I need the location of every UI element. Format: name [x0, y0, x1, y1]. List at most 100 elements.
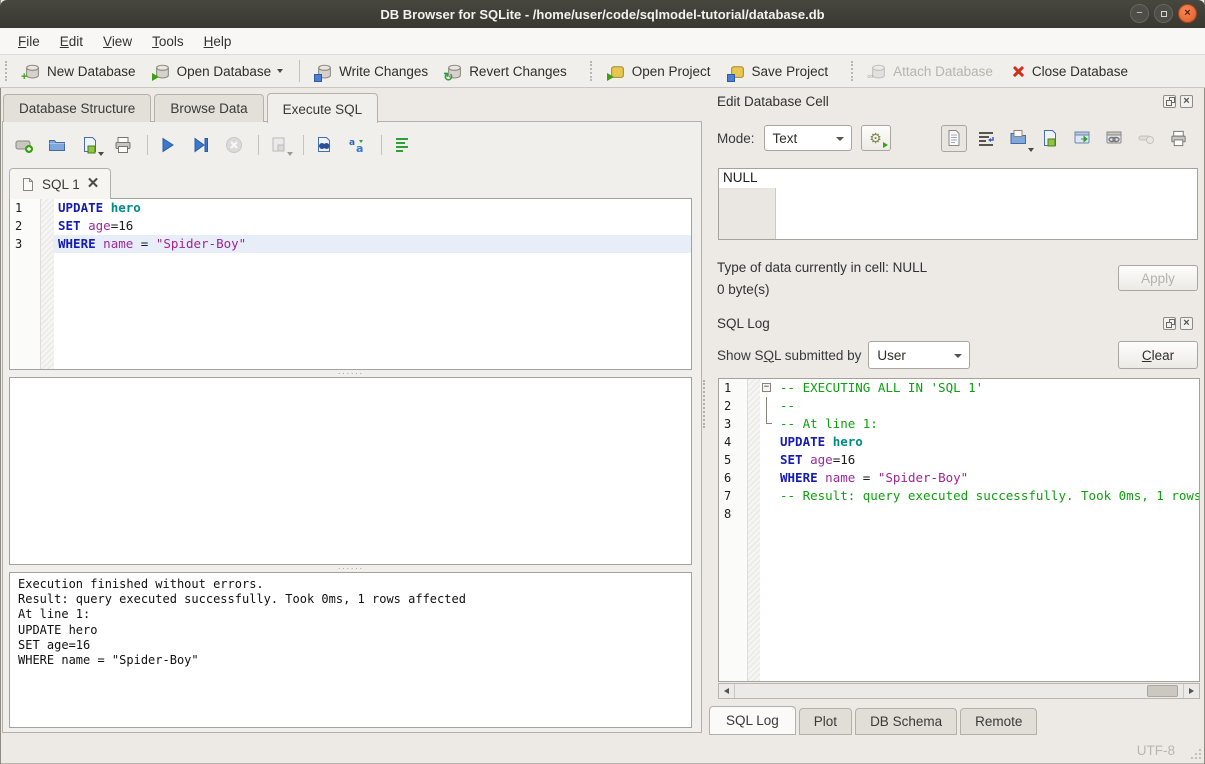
open-database-menu-caret[interactable]	[277, 69, 283, 73]
code-line: 1−-- EXECUTING ALL IN 'SQL 1'	[719, 379, 1199, 397]
close-dock-icon[interactable]	[1180, 317, 1193, 330]
chevron-down-icon	[954, 354, 962, 358]
log-horizontal-scrollbar[interactable]	[718, 683, 1200, 699]
scroll-right-button[interactable]	[1183, 684, 1199, 698]
revert-changes-button[interactable]: ↻ Revert Changes	[437, 60, 576, 83]
open-external-icon[interactable]	[1069, 125, 1095, 152]
app-window: DB Browser for SQLite - /home/user/code/…	[0, 0, 1205, 764]
scrollbar-thumb[interactable]	[1147, 685, 1178, 697]
code-line: 8	[719, 505, 1199, 523]
results-message-splitter[interactable]	[9, 565, 692, 572]
import-file-icon[interactable]	[1005, 125, 1031, 152]
menu-tools[interactable]: Tools	[142, 30, 194, 53]
word-wrap-icon[interactable]	[973, 125, 999, 152]
new-database-icon: +	[24, 63, 41, 80]
float-dock-icon[interactable]	[1163, 317, 1176, 330]
execute-current-line-icon[interactable]	[190, 134, 212, 156]
auto-switch-mode-button[interactable]: ⚙	[861, 125, 891, 151]
sql-log-title: SQL Log	[717, 316, 770, 331]
close-sql-tab-icon[interactable]: ✕	[87, 177, 100, 191]
save-project-button[interactable]: Save Project	[720, 60, 838, 83]
tab-execute-sql[interactable]: Execute SQL	[267, 93, 379, 123]
tab-remote[interactable]: Remote	[960, 708, 1037, 735]
execution-message-pane[interactable]: Execution finished without errors.Result…	[9, 572, 692, 728]
tab-database-structure[interactable]: Database Structure	[3, 94, 151, 122]
message-line: At line 1:	[18, 607, 683, 622]
toolbar-drag-handle[interactable]	[851, 61, 855, 81]
close-database-icon	[1011, 64, 1026, 79]
tab-plot[interactable]: Plot	[799, 708, 852, 735]
toolbar-drag-handle[interactable]	[5, 61, 9, 81]
close-database-button[interactable]: Close Database	[1002, 61, 1137, 82]
clear-log-button[interactable]: Clear	[1118, 341, 1198, 369]
chevron-down-icon	[836, 137, 844, 141]
maximize-button[interactable]	[1154, 4, 1173, 23]
main-toolbar: + New Database Open Database Write Chang…	[0, 55, 1205, 88]
set-null-icon	[1133, 125, 1159, 152]
float-dock-icon[interactable]	[1163, 95, 1176, 108]
gear-arrow-icon	[883, 142, 888, 148]
apply-button: Apply	[1118, 265, 1198, 291]
encoding-indicator: UTF-8	[1137, 743, 1175, 758]
open-project-button[interactable]: Open Project	[600, 60, 720, 83]
minimize-button[interactable]: −	[1130, 4, 1149, 23]
window-title: DB Browser for SQLite - /home/user/code/…	[380, 7, 824, 22]
editor-results-splitter[interactable]	[9, 370, 692, 377]
edit-cell-dock-header: Edit Database Cell	[717, 94, 1193, 114]
sql-log-view[interactable]: 1−-- EXECUTING ALL IN 'SQL 1'2--3-- At l…	[718, 378, 1200, 682]
cell-size-info: 0 byte(s)	[717, 282, 770, 297]
save-sql-file-icon[interactable]	[79, 134, 101, 156]
sql-editor-toolbar: aa	[13, 131, 424, 159]
code-line: 2SET age=16	[10, 217, 691, 235]
document-icon	[21, 177, 35, 192]
link-icon[interactable]	[1101, 125, 1127, 152]
close-dock-icon[interactable]	[1180, 95, 1193, 108]
menu-view[interactable]: View	[93, 30, 142, 53]
write-changes-button[interactable]: Write Changes	[307, 60, 437, 83]
menu-bar: File Edit View Tools Help	[0, 28, 1205, 55]
close-icon: ×	[1179, 5, 1196, 22]
pane-splitter[interactable]	[700, 88, 709, 735]
menu-file[interactable]: File	[8, 30, 50, 53]
cell-value-editor[interactable]: NULL	[718, 168, 1198, 240]
code-line: 5SET age=16	[719, 451, 1199, 469]
resize-grip[interactable]	[1189, 747, 1201, 759]
new-sql-tab-icon[interactable]	[13, 134, 35, 156]
find-icon[interactable]	[313, 134, 335, 156]
mode-select[interactable]: Text	[764, 125, 852, 151]
tab-browse-data[interactable]: Browse Data	[154, 94, 263, 122]
tab-db-schema[interactable]: DB Schema	[855, 708, 957, 735]
print-icon[interactable]	[112, 134, 134, 156]
execute-all-icon[interactable]	[157, 134, 179, 156]
code-line: 2--	[719, 397, 1199, 415]
close-button[interactable]: ×	[1178, 4, 1197, 23]
toolbar-drag-handle[interactable]	[590, 61, 594, 81]
open-sql-file-icon[interactable]	[46, 134, 68, 156]
print-cell-icon[interactable]	[1165, 125, 1191, 152]
sql-document-tab[interactable]: SQL 1 ✕	[9, 168, 111, 199]
title-bar[interactable]: DB Browser for SQLite - /home/user/code/…	[0, 0, 1205, 28]
save-as-file-icon[interactable]	[1037, 125, 1063, 152]
svg-text:a: a	[349, 138, 355, 148]
text-mode-icon[interactable]	[941, 125, 967, 152]
results-grid[interactable]	[9, 377, 692, 565]
revert-changes-icon: ↻	[446, 63, 463, 80]
open-database-button[interactable]: Open Database	[145, 60, 293, 83]
main-tab-bar: Database Structure Browse Data Execute S…	[3, 91, 381, 122]
log-filter-select[interactable]: User	[868, 341, 970, 369]
menu-help[interactable]: Help	[194, 30, 242, 53]
code-line: 4UPDATE hero	[719, 433, 1199, 451]
code-line: 3WHERE name = "Spider-Boy"	[10, 235, 691, 253]
auto-format-icon[interactable]	[391, 134, 413, 156]
menu-edit[interactable]: Edit	[50, 30, 93, 53]
sql-log-filter-label: Show SQL submitted by	[717, 348, 861, 363]
tab-sql-log[interactable]: SQL Log	[709, 706, 796, 735]
maximize-icon	[1161, 11, 1167, 17]
cell-type-info: Type of data currently in cell: NULL	[717, 260, 927, 275]
sql-editor[interactable]: 1UPDATE hero2SET age=163WHERE name = "Sp…	[9, 198, 692, 370]
message-line: SET age=16	[18, 638, 683, 653]
dock-tab-bar: SQL Log Plot DB Schema Remote	[709, 707, 1040, 735]
scroll-left-button[interactable]	[719, 684, 735, 698]
new-database-button[interactable]: + New Database	[15, 60, 145, 83]
find-replace-icon[interactable]: aa	[346, 134, 368, 156]
